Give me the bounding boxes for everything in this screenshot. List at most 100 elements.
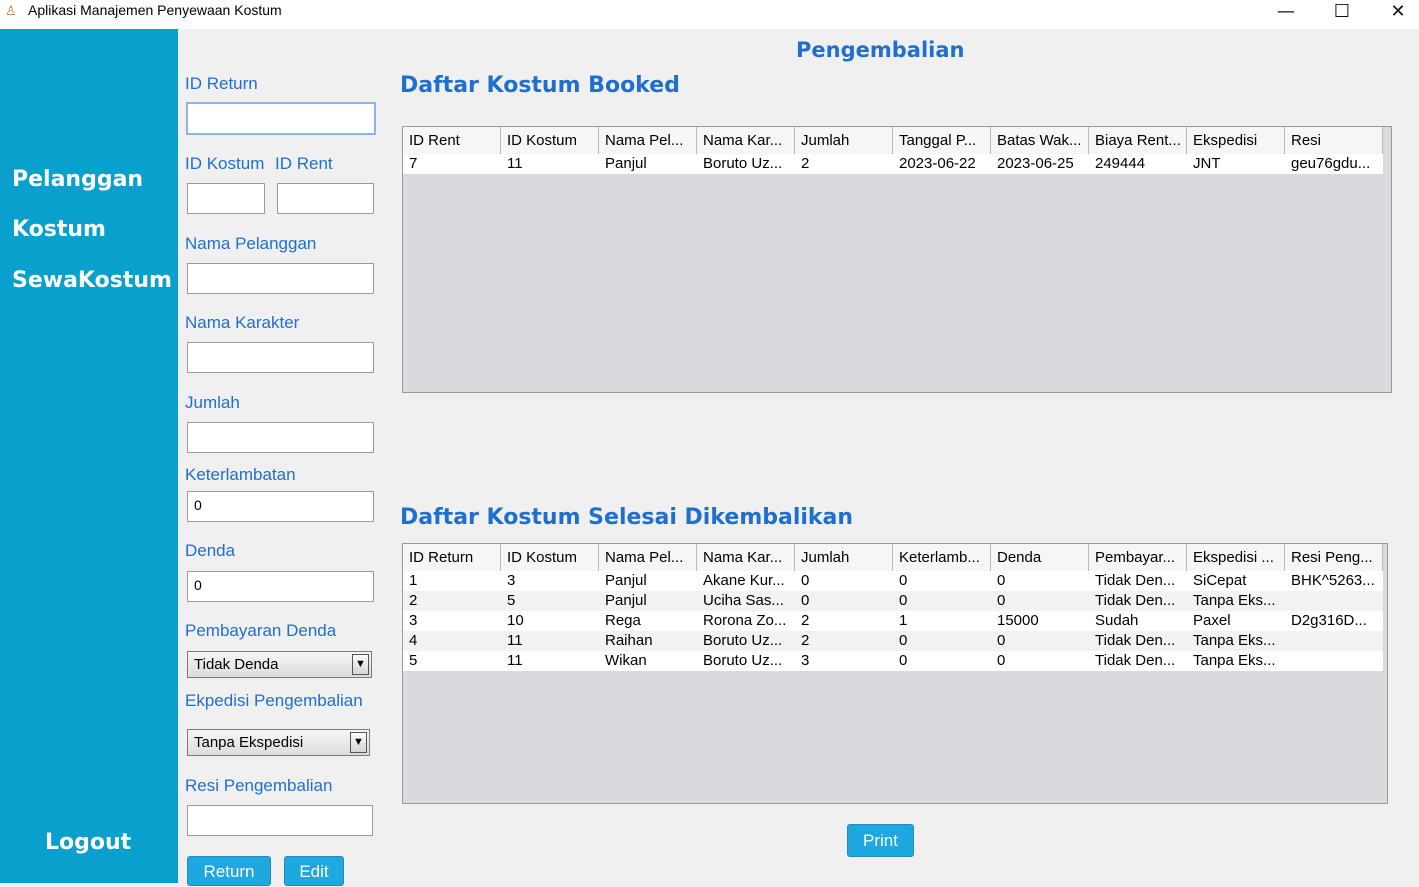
table-cell <box>1285 651 1383 671</box>
booked-table[interactable]: ID Rent ID Kostum Nama Pel... Nama Kar... Ju… <box>402 126 1392 393</box>
table-cell: Tidak Den... <box>1095 652 1176 669</box>
table-cell: 7 <box>409 155 418 172</box>
table-row[interactable]: 3 10 Rega Rorona Zo... 2 1 15000 Sudah Paxel D2g3… <box>403 611 1383 631</box>
column-header[interactable]: Resi <box>1285 127 1383 154</box>
minimize-button[interactable]: — <box>1258 0 1314 29</box>
table-cell: Uciha Sas... <box>703 592 784 609</box>
table-row[interactable]: 7 11 Panjul Boruto Uz... 2 2023-06-22 2023-06-… <box>403 154 1383 174</box>
column-header[interactable]: Batas Wak... <box>991 127 1089 154</box>
table-cell: Boruto Uz... <box>703 652 783 669</box>
resi-pengembalian-field[interactable] <box>187 805 373 836</box>
pembayaran-denda-select[interactable]: Tidak Denda ▼ <box>187 651 372 678</box>
booked-section-title: Daftar Kostum Booked <box>400 73 680 98</box>
nama-pelanggan-field[interactable] <box>187 263 374 294</box>
table-cell: JNT <box>1193 155 1221 172</box>
table-cell: 249444 <box>1095 155 1146 172</box>
column-header[interactable]: Tanggal P... <box>893 127 991 154</box>
table-cell: Paxel <box>1193 612 1231 629</box>
maximize-button[interactable]: ☐ <box>1314 0 1370 29</box>
column-header[interactable]: Pembayar... <box>1089 544 1187 571</box>
id-return-field[interactable] <box>186 102 376 135</box>
jumlah-field[interactable] <box>187 422 374 453</box>
pembayaran-denda-label: Pembayaran Denda <box>185 621 337 640</box>
column-header[interactable]: Nama Kar... <box>697 544 795 571</box>
keterlambatan-label: Keterlambatan <box>185 465 296 484</box>
table-cell: 4 <box>409 632 418 649</box>
sidebar: Pelanggan Kostum SewaKostum Logout <box>0 29 178 883</box>
sidebar-item-sewakostum[interactable]: SewaKostum <box>12 268 172 293</box>
table-cell <box>1285 631 1383 651</box>
table-cell: Sudah <box>1095 612 1139 629</box>
id-kostum-field[interactable] <box>187 183 265 214</box>
dropdown-arrow-icon[interactable]: ▼ <box>350 732 367 753</box>
column-header[interactable]: Biaya Rent... <box>1089 127 1187 154</box>
column-header[interactable]: Resi Peng... <box>1285 544 1383 571</box>
column-header[interactable]: Ekspedisi ... <box>1187 544 1285 571</box>
column-header[interactable]: Nama Pel... <box>599 127 697 154</box>
ekspedisi-pengembalian-select[interactable]: Tanpa Ekspedisi ▼ <box>187 729 370 756</box>
logout-button[interactable]: Logout <box>45 830 131 855</box>
keterlambatan-field[interactable]: 0 <box>187 491 374 522</box>
close-button[interactable]: ✕ <box>1370 0 1419 29</box>
booked-table-body: 7 11 Panjul Boruto Uz... 2 2023-06-22 2023-06-… <box>403 154 1383 174</box>
table-cell: SiCepat <box>1193 572 1247 589</box>
table-cell: 3 <box>801 652 810 669</box>
sidebar-item-kostum[interactable]: Kostum <box>12 217 106 242</box>
table-cell: 3 <box>409 612 418 629</box>
edit-button[interactable]: Edit <box>284 856 344 886</box>
column-header[interactable]: Jumlah <box>795 127 893 154</box>
table-cell: 5 <box>507 592 516 609</box>
nama-pelanggan-label: Nama Pelanggan <box>185 234 317 253</box>
table-cell: 5 <box>409 652 418 669</box>
column-header[interactable]: ID Kostum <box>501 544 599 571</box>
table-cell: 0 <box>801 592 810 609</box>
nama-karakter-field[interactable] <box>187 342 374 373</box>
table-cell: geu76gdu... <box>1291 155 1371 172</box>
table-cell: 1 <box>899 612 908 629</box>
column-header[interactable]: Nama Kar... <box>697 127 795 154</box>
ekspedisi-pengembalian-label: Ekpedisi Pengembalian <box>185 691 363 710</box>
column-header[interactable]: Nama Pel... <box>599 544 697 571</box>
table-row[interactable]: 5 11 Wikan Boruto Uz... 3 0 0 Tidak Den... Tanpa… <box>403 651 1383 671</box>
id-rent-label: ID Rent <box>275 154 333 173</box>
nama-karakter-label: Nama Karakter <box>185 313 300 332</box>
table-cell: 1 <box>409 572 418 589</box>
table-cell: Panjul <box>605 155 647 172</box>
column-header[interactable]: ID Kostum <box>501 127 599 154</box>
column-header[interactable]: Denda <box>991 544 1089 571</box>
table-cell: Akane Kur... <box>703 572 785 589</box>
table-cell: Tidak Den... <box>1095 572 1176 589</box>
column-header[interactable]: ID Rent <box>403 127 501 154</box>
dropdown-arrow-icon[interactable]: ▼ <box>352 654 369 675</box>
id-rent-field[interactable] <box>277 183 374 214</box>
return-button[interactable]: Return <box>187 856 271 886</box>
table-cell: Tidak Den... <box>1095 592 1176 609</box>
table-cell: 3 <box>507 572 516 589</box>
table-cell: Wikan <box>605 652 647 669</box>
print-button[interactable]: Print <box>847 824 914 857</box>
table-cell: 2023-06-22 <box>899 155 976 172</box>
table-cell: Rorona Zo... <box>703 612 787 629</box>
returned-table-body: 1 3 Panjul Akane Kur... 0 0 0 Tidak Den... SiCep… <box>403 571 1383 671</box>
table-row[interactable]: 2 5 Panjul Uciha Sas... 0 0 0 Tidak Den... Tanpa… <box>403 591 1383 611</box>
column-header[interactable]: Jumlah <box>795 544 893 571</box>
returned-table[interactable]: ID Return ID Kostum Nama Pel... Nama Kar...… <box>402 543 1388 804</box>
table-cell: Boruto Uz... <box>703 632 783 649</box>
table-cell: Boruto Uz... <box>703 155 783 172</box>
table-cell <box>1285 591 1383 611</box>
table-cell: Tanpa Eks... <box>1193 652 1276 669</box>
table-cell: Tidak Den... <box>1095 632 1176 649</box>
column-header[interactable]: Keterlamb... <box>893 544 991 571</box>
table-cell: 11 <box>507 155 523 172</box>
table-row[interactable]: 1 3 Panjul Akane Kur... 0 0 0 Tidak Den... SiCep… <box>403 571 1383 591</box>
column-header[interactable]: Ekspedisi <box>1187 127 1285 154</box>
table-cell: 0 <box>899 572 908 589</box>
app-icon: ♙ <box>5 4 17 19</box>
table-cell: Raihan <box>605 632 653 649</box>
sidebar-item-pelanggan[interactable]: Pelanggan <box>12 167 143 192</box>
table-cell: 0 <box>899 592 908 609</box>
denda-field[interactable]: 0 <box>187 571 374 602</box>
column-header[interactable]: ID Return <box>403 544 501 571</box>
table-cell: 0 <box>997 632 1006 649</box>
table-row[interactable]: 4 11 Raihan Boruto Uz... 2 0 0 Tidak Den... Tanp… <box>403 631 1383 651</box>
